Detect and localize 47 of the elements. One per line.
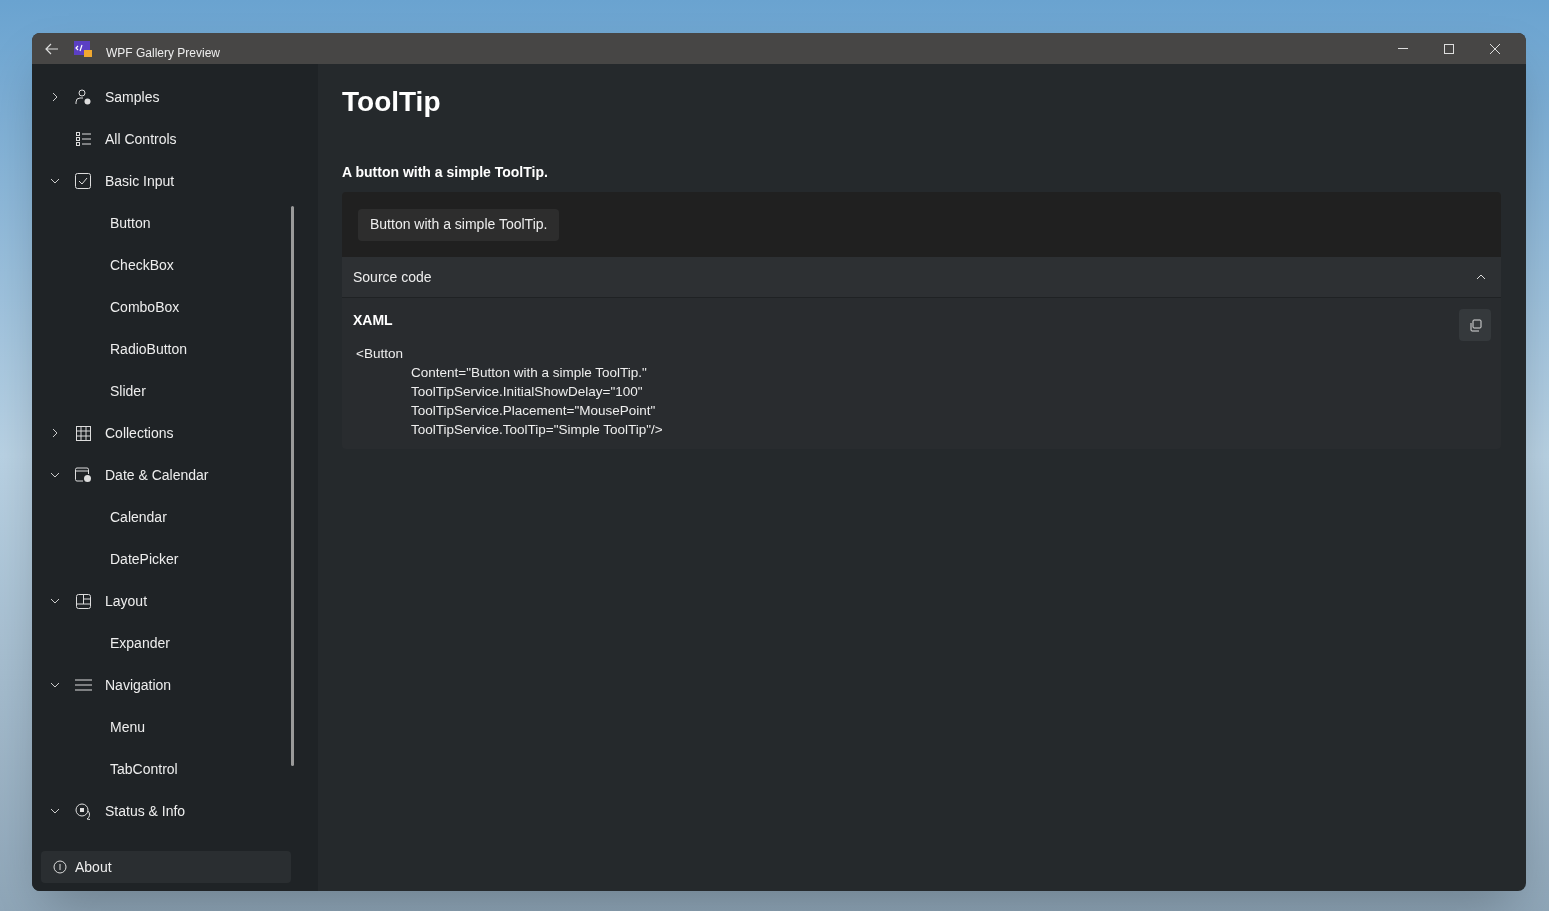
copy-button[interactable]	[1459, 309, 1491, 341]
nav-item[interactable]: Slider	[36, 370, 286, 412]
about-button[interactable]: About	[41, 851, 291, 883]
nav-item[interactable]: RadioButton	[36, 328, 286, 370]
back-arrow-icon	[45, 42, 59, 55]
nav-item[interactable]: Collections	[36, 412, 286, 454]
window-title: WPF Gallery Preview	[106, 45, 221, 62]
maximize-icon	[1444, 43, 1454, 54]
app-logo-icon	[74, 40, 92, 57]
nav-item[interactable]: Button	[36, 202, 286, 244]
code-language-label: XAML	[353, 311, 393, 330]
example-heading: A button with a simple ToolTip.	[342, 163, 549, 182]
list-icon	[75, 132, 91, 146]
tooltip-button[interactable]: Button with a simple ToolTip.	[358, 208, 560, 241]
code-line: <Button	[355, 345, 403, 363]
code-line: ToolTipService.Placement="MousePoint"	[411, 402, 656, 420]
page-title: ToolTip	[342, 85, 442, 119]
grid-icon	[75, 425, 91, 441]
checkbox-icon	[75, 173, 91, 189]
nav-item[interactable]: All Controls	[36, 118, 286, 160]
nav-item[interactable]: TabControl	[36, 748, 286, 790]
chat-bubbles-icon	[74, 802, 92, 820]
people-gear-icon	[74, 88, 92, 106]
code-line: ToolTipService.ToolTip="Simple ToolTip"/>	[411, 421, 663, 439]
nav-item[interactable]: CheckBox	[36, 244, 286, 286]
close-icon	[1490, 43, 1500, 54]
nav-item[interactable]: ComboBox	[36, 286, 286, 328]
code-line: Content="Button with a simple ToolTip."	[411, 364, 647, 382]
nav-item[interactable]: Navigation	[36, 664, 286, 706]
nav-item[interactable]: Menu	[36, 706, 286, 748]
nav-item[interactable]: Date & Calendar	[36, 454, 286, 496]
scrollbar-thumb[interactable]	[291, 206, 294, 766]
source-code-expander[interactable]: Source code	[342, 257, 1501, 298]
nav-item[interactable]: Basic Input	[36, 160, 286, 202]
copy-icon	[1468, 318, 1482, 332]
calendar-clock-icon	[74, 467, 92, 483]
nav-item[interactable]: Calendar	[36, 496, 286, 538]
nav-item[interactable]: DatePicker	[36, 538, 286, 580]
menu-icon	[74, 679, 92, 691]
nav-item[interactable]: Status & Info	[36, 790, 286, 832]
nav-item[interactable]: Expander	[36, 622, 286, 664]
layout-icon	[75, 593, 91, 609]
info-icon	[53, 860, 67, 874]
nav-item[interactable]: Samples	[36, 76, 286, 118]
code-line: ToolTipService.InitialShowDelay="100"	[411, 383, 643, 401]
nav-item[interactable]: Layout	[36, 580, 286, 622]
minimize-icon	[1398, 48, 1408, 49]
